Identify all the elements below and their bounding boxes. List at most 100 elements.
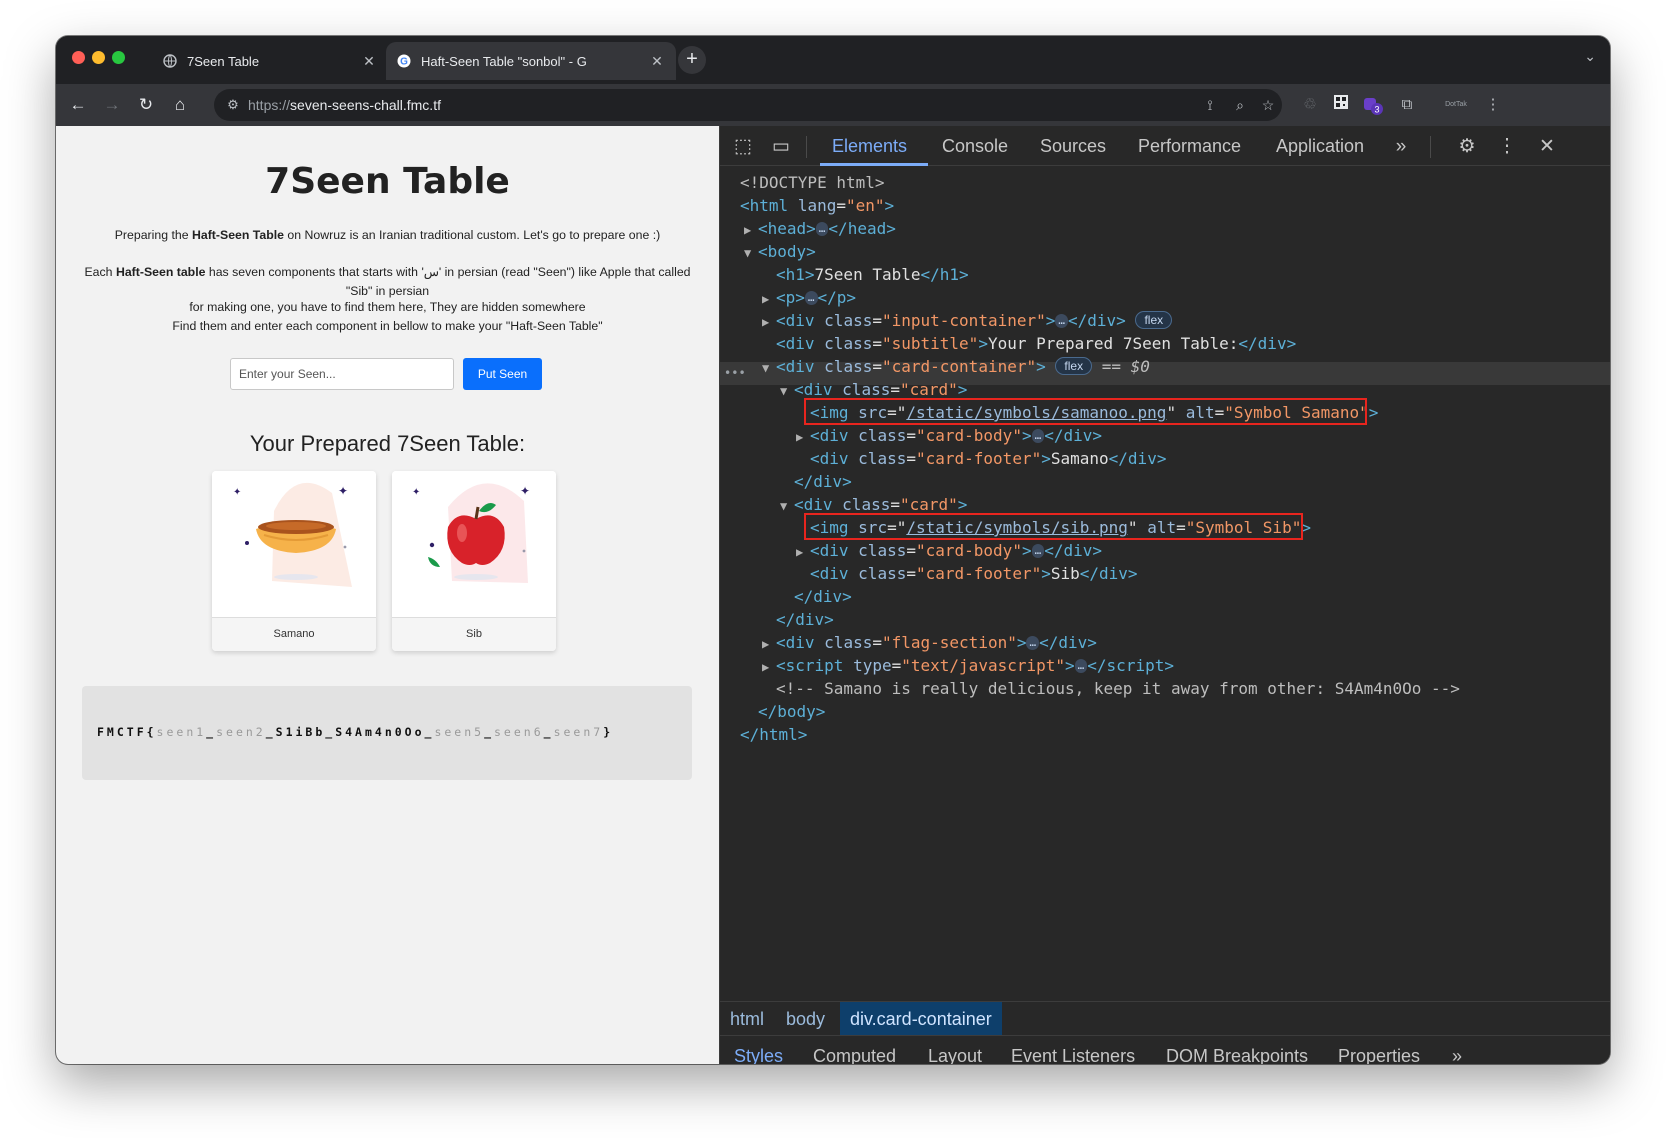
row-actions-icon[interactable]: ••• <box>724 362 746 385</box>
tab-elements[interactable]: Elements <box>832 126 907 166</box>
url-text[interactable]: https://seven-seens-chall.fmc.tf <box>248 97 441 113</box>
subtab-layout[interactable]: Layout <box>928 1036 982 1064</box>
tab-performance[interactable]: Performance <box>1138 126 1241 166</box>
subtab-event-listeners[interactable]: Event Listeners <box>1011 1036 1135 1064</box>
more-subtabs-chevron-icon[interactable]: » <box>1452 1036 1462 1064</box>
translate-icon[interactable]: ⟟ <box>1200 95 1220 115</box>
subtab-dom-breakpoints[interactable]: DOM Breakpoints <box>1166 1036 1308 1064</box>
back-arrow-icon[interactable]: ← <box>66 93 90 117</box>
forward-arrow-icon[interactable]: → <box>100 93 124 117</box>
dom-node-head[interactable]: ▶ <head>… </head> <box>744 217 896 240</box>
settings-gear-icon[interactable]: ⚙ <box>1454 134 1480 160</box>
breadcrumb-body[interactable]: body <box>776 1002 835 1036</box>
dom-node-html-close[interactable]: </html> <box>740 723 807 746</box>
dom-node-card-footer[interactable]: <div class="card-footer">Samano</div> <box>810 447 1166 470</box>
dom-node-flag-section[interactable]: ▶ <div class="flag-section">… </div> <box>762 631 1097 654</box>
dom-node-card-footer[interactable]: <div class="card-footer">Sib</div> <box>810 562 1138 585</box>
expand-triangle-icon[interactable]: ▶ <box>762 656 776 679</box>
doctype-text: <!DOCTYPE html> <box>740 173 885 192</box>
tab-console[interactable]: Console <box>942 126 1008 166</box>
expand-triangle-icon[interactable]: ▶ <box>762 633 776 656</box>
collapsed-ellipsis[interactable]: … <box>1055 314 1069 328</box>
seen-input[interactable] <box>230 358 454 390</box>
maximize-window-button[interactable] <box>112 51 125 64</box>
minimize-window-button[interactable] <box>92 51 105 64</box>
tab-search-chevron-icon[interactable]: ⌄ <box>1584 48 1596 65</box>
expand-triangle-icon[interactable]: ▶ <box>762 311 776 334</box>
collapsed-ellipsis[interactable]: … <box>1031 544 1045 558</box>
expand-triangle-icon[interactable]: ▶ <box>796 541 810 564</box>
extension-badge-icon[interactable]: 3 <box>1362 94 1384 116</box>
dom-node-doctype[interactable]: <!DOCTYPE html> <box>740 171 885 194</box>
intro-text: has seven components that starts with 'س… <box>205 265 691 298</box>
dom-node-script[interactable]: ▶ <script type="text/javascript">… </scrip… <box>762 654 1174 677</box>
flag-section: FMCTF{seen1_seen2_S1iBb_S4Am4n0Oo_seen5_… <box>82 686 692 780</box>
tab-haft-seen-search[interactable]: G Haft-Seen Table "sonbol" - G ✕ <box>386 42 676 80</box>
reload-icon[interactable]: ↻ <box>134 93 158 117</box>
put-seen-button[interactable]: Put Seen <box>463 358 542 390</box>
menu-kebab-icon[interactable]: ⋮ <box>1482 94 1504 116</box>
expand-triangle-icon[interactable]: ▶ <box>762 288 776 311</box>
profile-label[interactable]: DotTak <box>1438 94 1474 116</box>
breadcrumb-card-container[interactable]: div.card-container <box>840 1002 1002 1036</box>
intro-paragraph-2: Each Haft-Seen table has seven component… <box>81 263 694 301</box>
zoom-icon[interactable]: ⌕ <box>1230 95 1250 115</box>
devtools-menu-icon[interactable]: ⋮ <box>1494 134 1520 160</box>
dom-node-html[interactable]: <html lang="en"> <box>740 194 894 217</box>
flex-badge[interactable]: flex <box>1055 357 1093 375</box>
inspect-element-icon[interactable]: ⬚ <box>730 134 756 160</box>
collapsed-ellipsis[interactable]: … <box>815 222 829 236</box>
dom-node-h1[interactable]: <h1>7Seen Table</h1> <box>776 263 969 286</box>
expand-triangle-icon[interactable]: ▶ <box>796 426 810 449</box>
collapsed-ellipsis[interactable]: … <box>1031 429 1045 443</box>
subtab-properties[interactable]: Properties <box>1338 1036 1420 1064</box>
collapse-triangle-icon[interactable]: ▼ <box>780 380 794 403</box>
expand-triangle-icon[interactable]: ▶ <box>744 219 758 242</box>
close-window-button[interactable] <box>72 51 85 64</box>
intro-bold: Haft-Seen table <box>115 265 206 279</box>
intro-text: on Nowruz is an Iranian traditional cust… <box>284 228 661 242</box>
collapsed-ellipsis[interactable]: … <box>804 291 818 305</box>
tab-sources[interactable]: Sources <box>1040 126 1106 166</box>
close-devtools-icon[interactable]: ✕ <box>1534 134 1560 160</box>
dom-node-p[interactable]: ▶ <p>… </p> <box>762 286 856 309</box>
dom-node-card-container-close[interactable]: </div> <box>776 608 834 631</box>
dom-node-body-close[interactable]: </body> <box>758 700 825 723</box>
collapsed-ellipsis[interactable]: … <box>1026 636 1040 650</box>
dom-node-card-body[interactable]: ▶ <div class="card-body">… </div> <box>796 539 1102 562</box>
close-tab-icon[interactable]: ✕ <box>360 53 378 70</box>
attr-name: lang <box>797 196 837 215</box>
breadcrumb-html[interactable]: html <box>720 1002 774 1036</box>
dom-node-card-close[interactable]: </div> <box>794 585 852 608</box>
new-tab-button[interactable]: + <box>678 46 706 74</box>
site-info-icon[interactable]: ⚙ <box>224 96 242 114</box>
subtab-computed[interactable]: Computed <box>813 1036 896 1064</box>
collapsed-ellipsis[interactable]: … <box>1074 659 1088 673</box>
intro-paragraph-1: Preparing the Haft-Seen Table on Nowruz … <box>76 226 699 245</box>
dom-node-comment[interactable]: <!-- Samano is really delicious, keep it… <box>776 677 1460 700</box>
address-bar[interactable]: ⚙ https://seven-seens-chall.fmc.tf ⟟ ⌕ ☆ <box>214 89 1282 121</box>
collapse-triangle-icon[interactable]: ▼ <box>780 495 794 518</box>
dom-node-input-container[interactable]: ▶ <div class="input-container">… </div> fl… <box>762 309 1173 334</box>
subtab-styles[interactable]: Styles <box>734 1036 783 1064</box>
bookmark-star-icon[interactable]: ☆ <box>1258 95 1278 115</box>
home-icon[interactable]: ⌂ <box>168 93 192 117</box>
flex-badge[interactable]: flex <box>1135 311 1173 329</box>
tab-7seen-table[interactable]: 7Seen Table ✕ <box>152 42 388 80</box>
qr-extension-icon[interactable] <box>1330 94 1352 116</box>
close-tab-icon[interactable]: ✕ <box>648 53 666 70</box>
collapse-triangle-icon[interactable]: ▼ <box>762 357 776 380</box>
dom-node-card-close[interactable]: </div> <box>794 470 852 493</box>
device-toolbar-icon[interactable]: ▭ <box>768 134 794 160</box>
dom-node-subtitle[interactable]: <div class="subtitle">Your Prepared 7See… <box>776 332 1296 355</box>
recycle-extension-icon[interactable]: ♲ <box>1299 94 1321 116</box>
dom-node-card-body[interactable]: ▶ <div class="card-body">… </div> <box>796 424 1102 447</box>
comment-text: <!-- Samano is really delicious, keep it… <box>776 679 1460 698</box>
more-tabs-chevron-icon[interactable]: » <box>1388 134 1414 160</box>
tab-application[interactable]: Application <box>1276 126 1364 166</box>
extensions-puzzle-icon[interactable]: ⧉ <box>1396 94 1418 116</box>
collapse-triangle-icon[interactable]: ▼ <box>744 242 758 265</box>
card-footer: Sib <box>392 617 556 651</box>
dom-node-body[interactable]: ▼ <body> <box>744 240 816 263</box>
dom-node-card-container[interactable]: ▼ <div class="card-container"> flex == $0 <box>762 355 1150 378</box>
